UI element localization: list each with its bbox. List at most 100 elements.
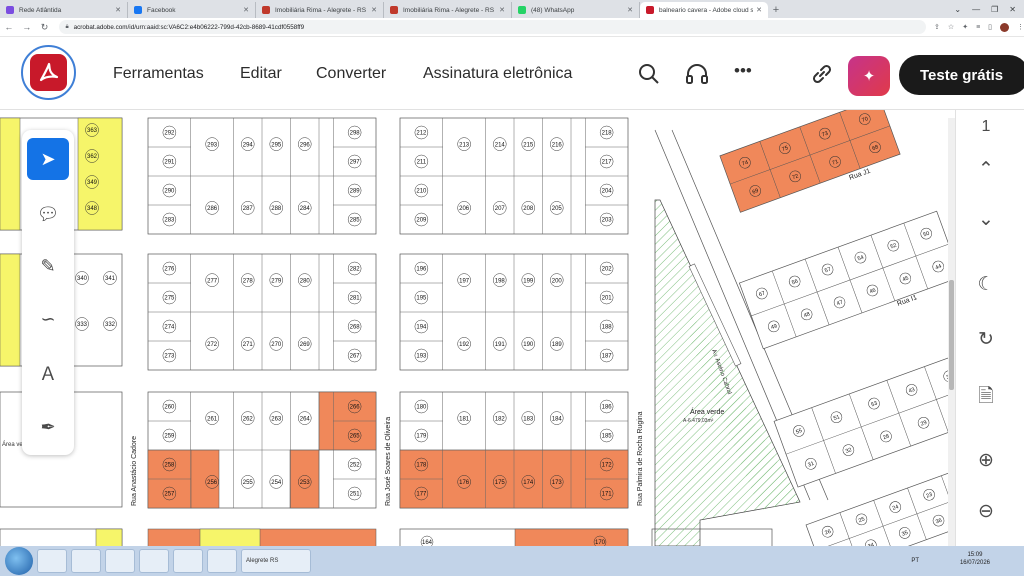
minimize-icon[interactable]: — [972,5,980,14]
address-bar[interactable]: 🔒︎ acrobat.adobe.com/id/urn:aaid:sc:VA6C… [59,20,927,34]
select-tool[interactable]: ➤ [27,138,69,180]
profile-avatar[interactable] [1000,22,1010,32]
page-down-icon[interactable]: ⌄ [956,208,1016,231]
windows-taskbar: Alegrete RS PT 15:09 16/07/2026 [0,546,1024,576]
browser-tab-2[interactable]: Imobiliária Rima - Alegrete - RS ✕ [256,2,384,18]
lot-number: 282 [350,267,361,273]
acrobat-logo[interactable] [21,45,76,100]
dark-mode-icon[interactable]: ☾ [956,273,1016,296]
maximize-icon[interactable]: ❐ [991,5,998,14]
browser-tab-1[interactable]: Facebook ✕ [128,2,256,18]
lot-number: 210 [416,189,427,195]
menu-assinatura[interactable]: Assinatura eletrônica [423,65,572,83]
cursor-arrow-icon: ➤ [40,148,56,169]
lot-number: 255 [243,480,254,486]
trial-button[interactable]: Teste grátis [899,55,1024,95]
sidepanel-icon[interactable]: ▯ [988,23,992,31]
start-button[interactable] [5,547,33,575]
share-icon[interactable]: ⇪ [934,23,940,31]
highlight-tool[interactable]: ✎ [27,245,69,287]
signature-pen-icon: ✒ [40,416,56,437]
language-indicator[interactable]: PT [911,558,919,564]
back-icon[interactable]: ← [0,22,18,32]
search-icon[interactable] [638,63,660,90]
text-tool[interactable]: Ａ [27,352,69,394]
chrome-icon[interactable] [173,549,203,573]
new-tab-button[interactable]: + [768,2,784,18]
file-export-icon[interactable]: 🗎︎ [956,382,1016,414]
lot-number: 285 [350,218,361,224]
green-area-size: A-6.479,03m² [683,418,714,424]
tab-close-icon[interactable]: ✕ [115,6,121,14]
link-icon[interactable] [809,61,835,92]
tab-close-icon[interactable]: ✕ [243,6,249,14]
lot-number: 261 [207,416,218,422]
zoom-in-icon[interactable]: ⊕ [956,449,1016,472]
reload-icon[interactable]: ↻ [36,22,54,33]
highlighter-icon: ✎ [40,255,56,276]
headset-icon[interactable] [685,63,709,90]
lot-number: 290 [164,189,175,195]
comment-tool[interactable]: 💬︎ [27,193,69,235]
taskbar-search-window[interactable]: Alegrete RS [241,549,311,573]
tab-search-icon[interactable]: ⌄ [954,5,961,14]
app-icon[interactable] [207,549,237,573]
page-up-icon[interactable]: ⌃ [956,158,1016,181]
close-window-icon[interactable]: ✕ [1009,5,1016,14]
lot-number: 292 [164,131,175,137]
lot-number: 180 [416,405,427,411]
menu-ferramentas[interactable]: Ferramentas [113,65,204,83]
clock-time: 15:09 [967,552,983,558]
explorer-icon[interactable] [105,549,135,573]
lot-number: 212 [416,131,427,137]
lot-number: 199 [523,278,534,284]
pdf-document-view[interactable]: 292 293 294 295 296 298 291 297 290 286 287 288 284 2… [0,110,955,546]
tab-title: (48) WhatsApp [531,6,575,14]
lot-number: 216 [552,142,563,148]
browser-tab-5[interactable]: balneario cavera - Adobe cloud s ✕ [640,2,768,18]
menu-converter[interactable]: Converter [316,65,386,83]
system-clock[interactable]: 15:09 16/07/2026 [960,551,990,567]
browser-tab-4[interactable]: (48) WhatsApp ✕ [512,2,640,18]
lot-number: 297 [350,160,361,166]
draw-tool[interactable]: ∽ [27,298,69,340]
lot-number: 277 [207,278,218,284]
rotate-icon[interactable]: ↻ [956,328,1016,351]
ie-icon[interactable] [37,549,67,573]
lot-number: 273 [164,354,175,360]
tab-close-icon[interactable]: ✕ [756,6,762,14]
browser-tab-0[interactable]: Rede Atlântida ✕ [0,2,128,18]
sold-lot [289,449,320,509]
acrobat-logo-icon [30,54,67,91]
reading-list-icon[interactable]: ≡ [976,24,980,31]
browser-menu-icon[interactable]: ⋮ [1017,23,1024,31]
lock-icon: 🔒︎ [65,23,69,30]
lot-number: 288 [271,206,282,212]
lot-number: 279 [271,278,282,284]
browser-tab-3[interactable]: Imobiliária Rima - Alegrete - RS ✕ [384,2,512,18]
lot-number: 201 [602,296,613,302]
lot-number: 294 [243,142,254,148]
extensions-icon[interactable]: ✦ [962,23,968,31]
lot-number: 185 [602,434,613,440]
lot-number: 200 [552,278,563,284]
ai-assistant-button[interactable]: ✦ [848,56,890,96]
lot-number: 268 [350,325,361,331]
tab-close-icon[interactable]: ✕ [499,6,505,14]
media-icon[interactable] [139,549,169,573]
zoom-out-icon[interactable]: ⊖ [956,500,1016,523]
more-options-icon[interactable]: ••• [734,61,752,81]
lot-number: 278 [243,278,254,284]
sold-lots-row [147,528,377,546]
lot-number: 280 [300,278,311,284]
bookmark-star-icon[interactable]: ☆ [948,23,954,31]
tab-close-icon[interactable]: ✕ [627,6,633,14]
forward-icon[interactable]: → [18,22,36,32]
tab-close-icon[interactable]: ✕ [371,6,377,14]
lot-number: 184 [552,416,563,422]
document-scroll-thumb[interactable] [949,280,954,390]
lot-number: 293 [207,142,218,148]
sign-tool[interactable]: ✒ [27,406,69,448]
menu-editar[interactable]: Editar [240,65,282,83]
firefox-icon[interactable] [71,549,101,573]
